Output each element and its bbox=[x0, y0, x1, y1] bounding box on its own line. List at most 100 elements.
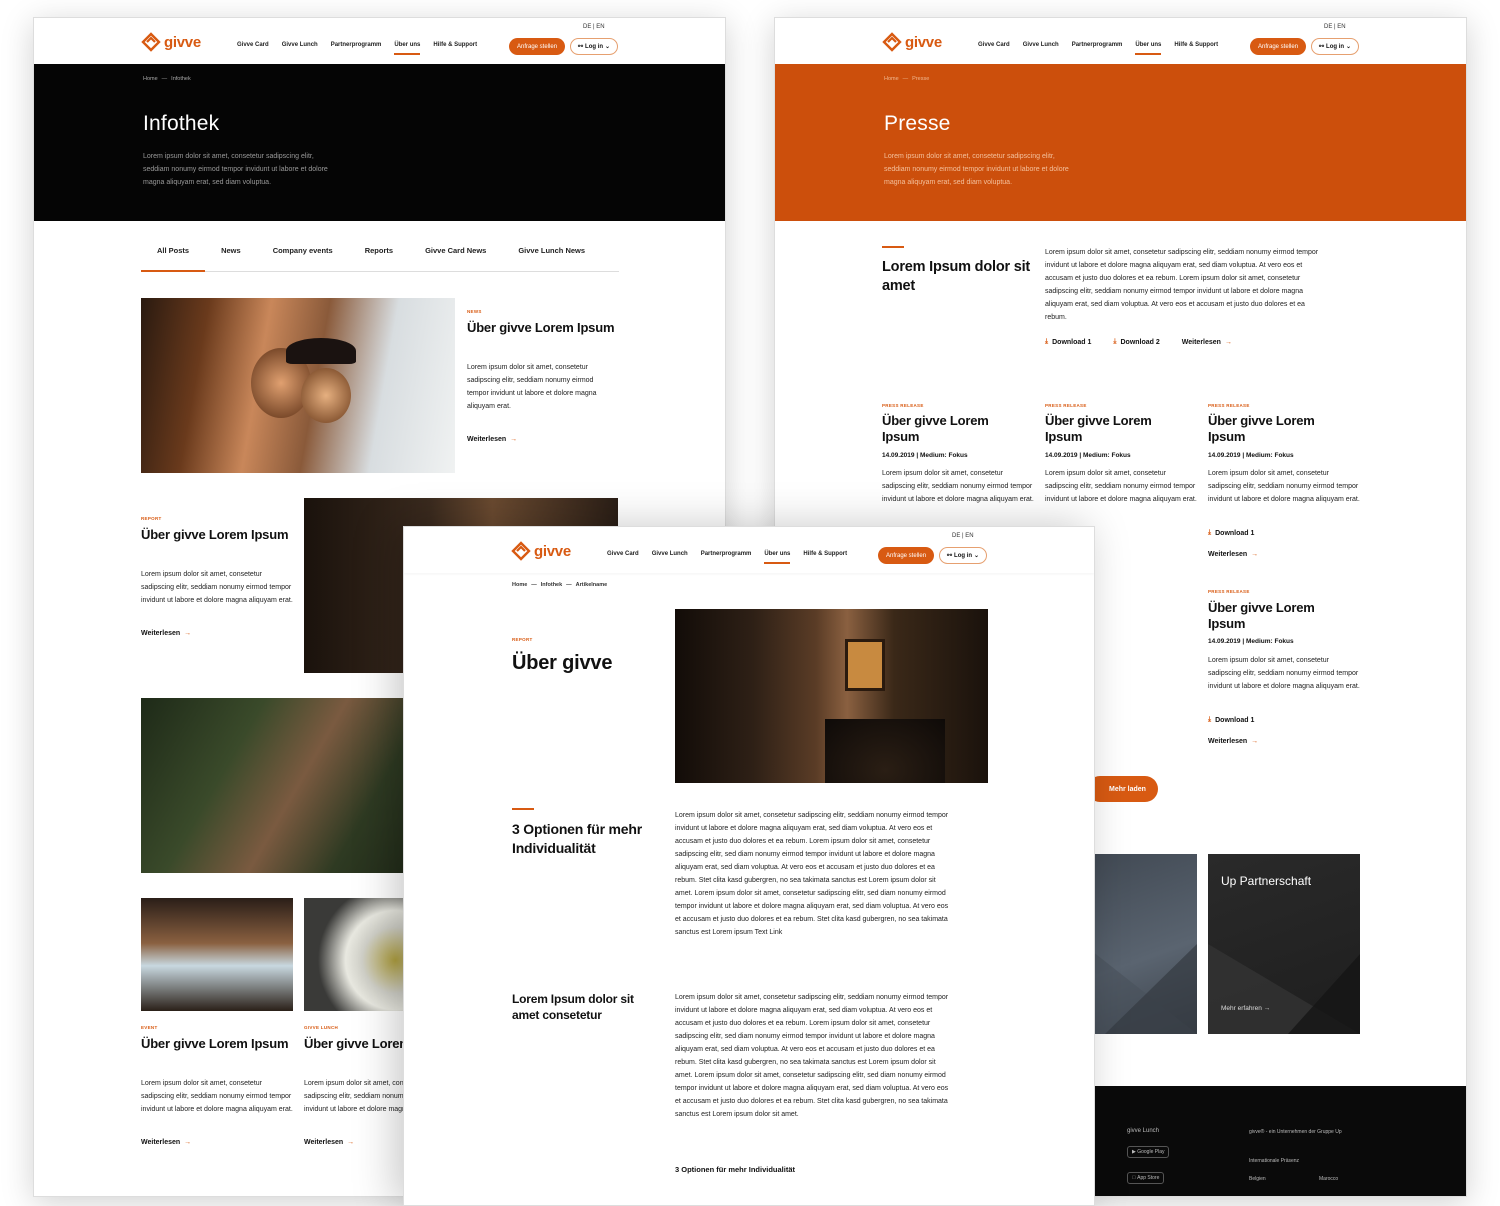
lang-en[interactable]: EN bbox=[1337, 24, 1345, 30]
arrow-right-icon: → bbox=[184, 1139, 192, 1146]
menu-hilfe-support[interactable]: Hilfe & Support bbox=[1174, 42, 1218, 48]
download-1-link[interactable]: ⤓ Download 1 bbox=[1208, 529, 1254, 537]
read-more-link[interactable]: Weiterlesen → bbox=[304, 1139, 354, 1146]
login-button[interactable]: ⚯ Log in ⌄ bbox=[939, 547, 988, 564]
post-title[interactable]: Über givve Lorem Ipsum bbox=[467, 320, 617, 336]
article-hero-image bbox=[675, 609, 988, 783]
menu-givve-card[interactable]: Givve Card bbox=[607, 551, 639, 557]
release-title[interactable]: Über givve Lorem Ipsum bbox=[1208, 600, 1348, 632]
feature-title: Lorem Ipsum dolor sit amet bbox=[882, 259, 1031, 294]
article-category: REPORT bbox=[512, 637, 533, 642]
feature-text: Lorem ipsum dolor sit amet, consetetur s… bbox=[1045, 249, 1319, 321]
menu-givve-lunch[interactable]: Givve Lunch bbox=[1023, 42, 1059, 48]
footer-link[interactable]: Belgien bbox=[1249, 1176, 1266, 1182]
post-category: REPORT bbox=[141, 516, 162, 521]
givve-logo[interactable]: givve bbox=[141, 32, 201, 52]
menu-partnerprogramm[interactable]: Partnerprogramm bbox=[331, 42, 382, 48]
section-title: Lorem Ipsum dolor sit amet consetetur bbox=[512, 992, 634, 1022]
release-meta: 14.09.2019 | Medium: Fokus bbox=[1045, 452, 1131, 459]
tab-company-events[interactable]: Company events bbox=[257, 236, 349, 272]
page-title: Infothek bbox=[143, 112, 220, 135]
menu-givve-card[interactable]: Givve Card bbox=[978, 42, 1010, 48]
language-switch: DE | EN bbox=[583, 24, 605, 30]
lang-de[interactable]: DE bbox=[952, 533, 960, 539]
arrow-right-icon: → bbox=[1251, 738, 1259, 745]
up-partnerschaft-tile[interactable]: Up Partnerschaft Mehr erfahren → bbox=[1208, 854, 1360, 1034]
lang-de[interactable]: DE bbox=[1324, 24, 1332, 30]
top-navigation: DE | EN givve Givve Card Givve Lunch Par… bbox=[34, 18, 725, 64]
menu-givve-lunch[interactable]: Givve Lunch bbox=[652, 551, 688, 557]
chevron-down-icon: ⌄ bbox=[1346, 44, 1352, 50]
read-more-link[interactable]: Weiterlesen → bbox=[467, 436, 517, 443]
login-button[interactable]: ⚯ Log in ⌄ bbox=[570, 38, 619, 55]
tab-givve-card-news[interactable]: Givve Card News bbox=[409, 236, 502, 272]
request-button[interactable]: Anfrage stellen bbox=[878, 547, 935, 564]
footer-link[interactable]: givve Lunch bbox=[1127, 1128, 1159, 1134]
footer-link[interactable]: Internationale Präsenz bbox=[1249, 1158, 1299, 1164]
lang-en[interactable]: EN bbox=[965, 533, 973, 539]
givve-logo-icon bbox=[511, 541, 531, 561]
request-button[interactable]: Anfrage stellen bbox=[1250, 38, 1307, 55]
givve-logo-icon bbox=[882, 32, 902, 52]
tab-reports[interactable]: Reports bbox=[349, 236, 409, 272]
tab-all-posts[interactable]: All Posts bbox=[141, 236, 206, 272]
read-more-link[interactable]: Weiterlesen → bbox=[1182, 338, 1232, 346]
lang-de[interactable]: DE bbox=[583, 24, 591, 30]
app-store-badge[interactable]:  App Store bbox=[1127, 1172, 1165, 1184]
post-image-friends[interactable] bbox=[141, 298, 455, 473]
post-image-window[interactable] bbox=[141, 898, 293, 1011]
menu-hilfe-support[interactable]: Hilfe & Support bbox=[803, 551, 847, 557]
download-1-link[interactable]: ⤓ Download 1 bbox=[1045, 338, 1091, 346]
language-switch: DE | EN bbox=[1324, 24, 1346, 30]
footer-link[interactable]: Marocco bbox=[1319, 1176, 1338, 1182]
post-title[interactable]: Über givve Lorem Ipsum bbox=[141, 1036, 291, 1052]
release-text: Lorem ipsum dolor sit amet, consetetur s… bbox=[1208, 470, 1360, 503]
feature-actions: ⤓ Download 1 ⤓ Download 2 Weiterlesen → bbox=[1045, 338, 1232, 346]
article-page: DE | EN givve Givve Card Givve Lunch Par… bbox=[403, 526, 1095, 1206]
load-more-button[interactable]: Mehr laden bbox=[1087, 776, 1158, 802]
release-category: PRESS RELEASE bbox=[882, 403, 924, 408]
post-title[interactable]: Über givve Lorem Ipsum bbox=[141, 527, 291, 543]
menu-partnerprogramm[interactable]: Partnerprogramm bbox=[701, 551, 752, 557]
chevron-down-icon: ⌄ bbox=[974, 553, 980, 559]
givve-logo[interactable]: givve bbox=[882, 32, 942, 52]
request-button[interactable]: Anfrage stellen bbox=[509, 38, 566, 55]
footer-text: givve® - ein Unternehmen der Gruppe Up bbox=[1249, 1129, 1342, 1135]
user-icon: ⚯ bbox=[947, 553, 953, 559]
chevron-down-icon: ⌄ bbox=[605, 44, 611, 50]
download-2-link[interactable]: ⤓ Download 2 bbox=[1113, 338, 1159, 346]
accent-dash bbox=[512, 808, 534, 810]
google-play-badge[interactable]: ▶ Google Play bbox=[1127, 1146, 1170, 1158]
menu-ueber-uns[interactable]: Über uns bbox=[1135, 42, 1162, 55]
menu-ueber-uns[interactable]: Über uns bbox=[764, 551, 791, 564]
breadcrumb: Home — Infothek — Artikelname bbox=[512, 582, 608, 588]
release-title[interactable]: Über givve Lorem Ipsum bbox=[1045, 413, 1185, 445]
read-more-link[interactable]: Weiterlesen → bbox=[141, 1139, 191, 1146]
login-button[interactable]: ⚯ Log in ⌄ bbox=[1311, 38, 1360, 55]
tab-givve-lunch-news[interactable]: Givve Lunch News bbox=[502, 236, 601, 272]
page-intro: Lorem ipsum dolor sit amet, consetetur s… bbox=[143, 153, 328, 186]
section-text: Lorem ipsum dolor sit amet, consetetur s… bbox=[675, 812, 949, 936]
top-navigation: DE | EN givve Givve Card Givve Lunch Par… bbox=[775, 18, 1466, 64]
menu-hilfe-support[interactable]: Hilfe & Support bbox=[433, 42, 477, 48]
breadcrumb: Home — Presse bbox=[884, 76, 930, 82]
read-more-link[interactable]: Weiterlesen → bbox=[141, 630, 191, 637]
release-title[interactable]: Über givve Lorem Ipsum bbox=[882, 413, 1022, 445]
release-meta: 14.09.2019 | Medium: Fokus bbox=[1208, 638, 1294, 645]
lang-en[interactable]: EN bbox=[596, 24, 604, 30]
post-category: EVENT bbox=[141, 1025, 158, 1030]
release-text: Lorem ipsum dolor sit amet, consetetur s… bbox=[1208, 657, 1360, 690]
release-text: Lorem ipsum dolor sit amet, consetetur s… bbox=[882, 470, 1034, 503]
givve-logo[interactable]: givve bbox=[511, 541, 571, 561]
menu-partnerprogramm[interactable]: Partnerprogramm bbox=[1072, 42, 1123, 48]
release-title[interactable]: Über givve Lorem Ipsum bbox=[1208, 413, 1348, 445]
download-1-link[interactable]: ⤓ Download 1 bbox=[1208, 716, 1254, 724]
read-more-link[interactable]: Weiterlesen → bbox=[1208, 738, 1258, 745]
menu-ueber-uns[interactable]: Über uns bbox=[394, 42, 421, 55]
tab-news[interactable]: News bbox=[205, 236, 257, 272]
breadcrumb: Home — Infothek bbox=[143, 76, 191, 82]
post-excerpt: Lorem ipsum dolor sit amet, consetetur s… bbox=[467, 364, 597, 410]
read-more-link[interactable]: Weiterlesen → bbox=[1208, 551, 1258, 558]
menu-givve-lunch[interactable]: Givve Lunch bbox=[282, 42, 318, 48]
menu-givve-card[interactable]: Givve Card bbox=[237, 42, 269, 48]
